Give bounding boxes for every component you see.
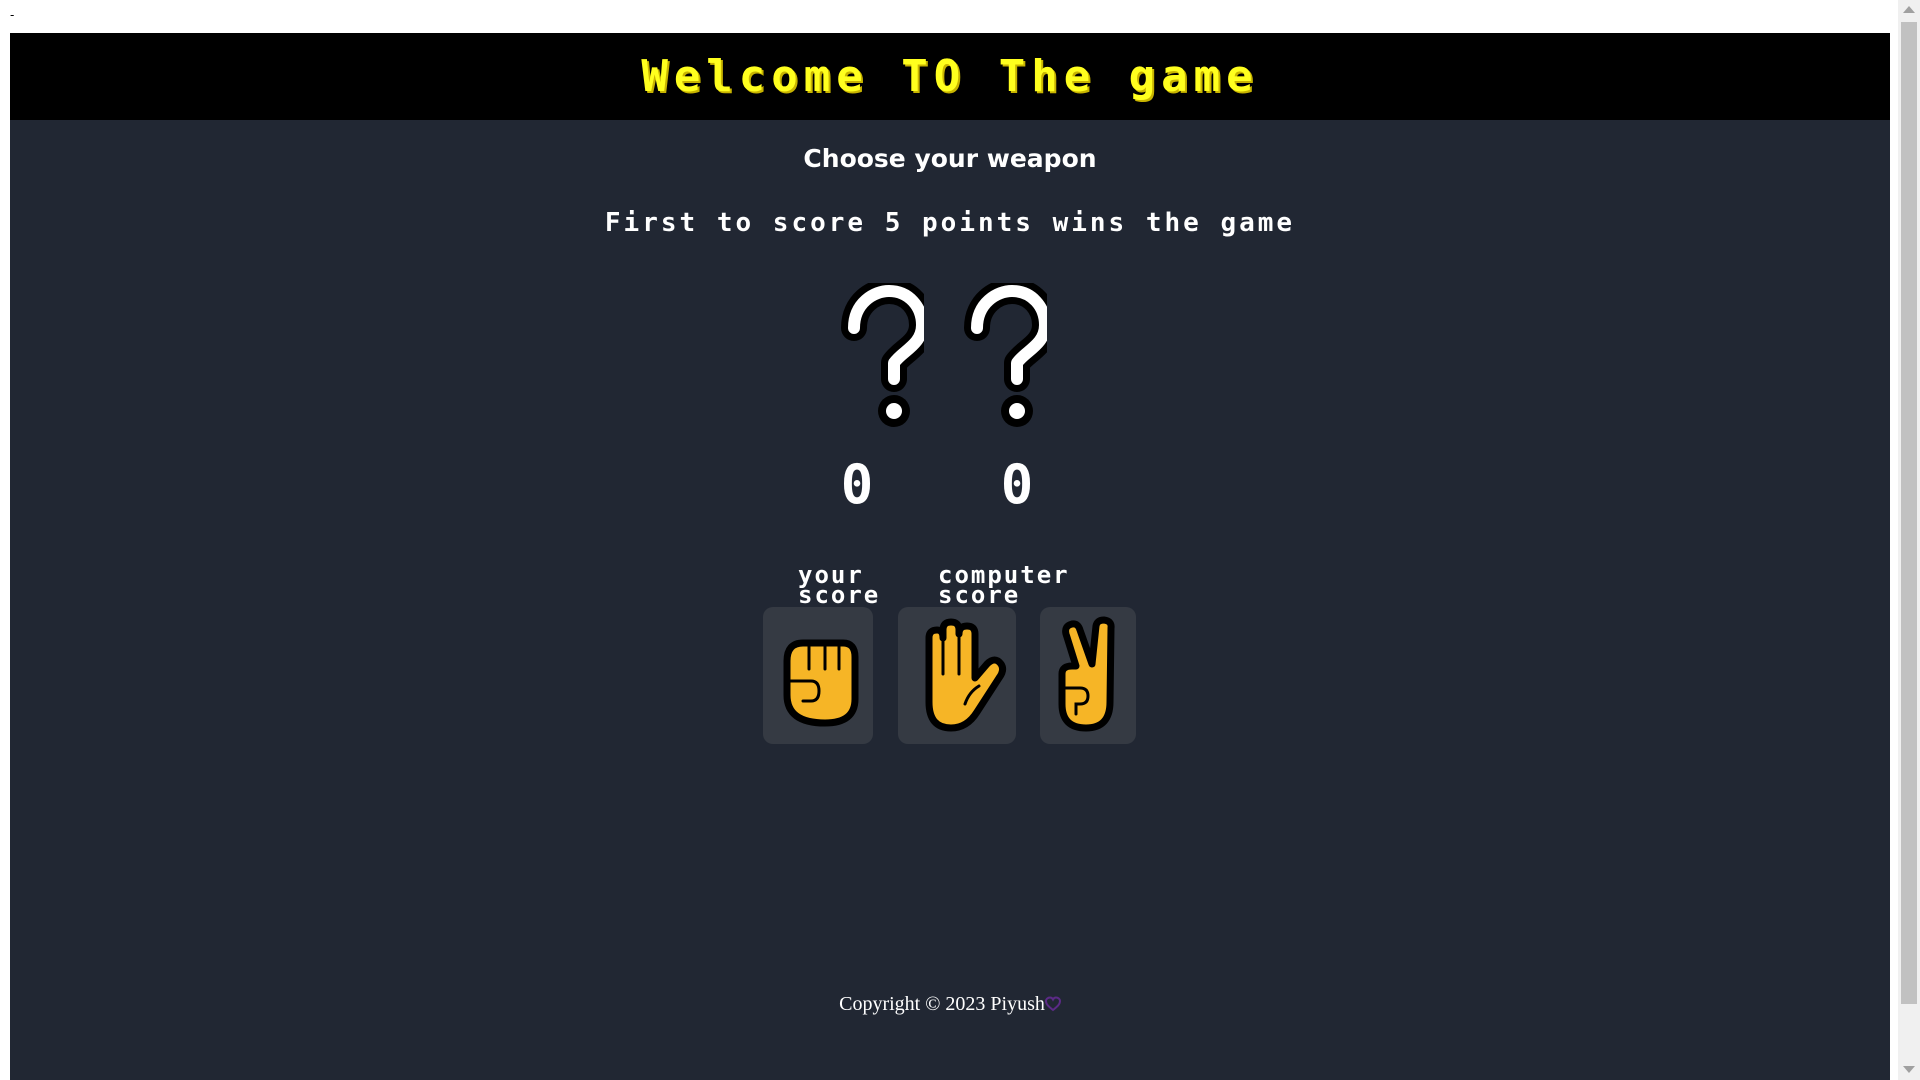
computer-choice-question-mark-icon <box>964 283 1047 427</box>
copyright-text: Copyright © 2023 Piyush <box>839 993 1045 1015</box>
game-page: Welcome TO The game Choose your weapon F… <box>10 33 1890 1080</box>
header-banner: Welcome TO The game <box>10 33 1890 120</box>
top-mark: - <box>10 8 15 22</box>
scissors-button[interactable] <box>1040 607 1136 744</box>
page-title: Welcome TO The game <box>641 51 1259 102</box>
footer: Copyright © 2023 Piyush <box>10 993 1890 1016</box>
paper-button[interactable] <box>898 607 1016 744</box>
vertical-scrollbar[interactable] <box>1898 0 1920 1080</box>
raised-hand-icon <box>925 618 1007 731</box>
choose-weapon-heading: Choose your weapon <box>803 144 1097 173</box>
victory-hand-icon <box>1058 616 1115 731</box>
scrollbar-thumb[interactable] <box>1901 22 1917 1004</box>
scroll-up-arrow-icon[interactable] <box>1903 6 1915 13</box>
scroll-down-arrow-icon[interactable] <box>1903 1066 1915 1073</box>
rock-button[interactable] <box>763 607 873 744</box>
raised-fist-icon <box>783 639 859 726</box>
player-score-label: your score <box>798 561 881 609</box>
player-choice-question-mark-icon <box>841 283 924 427</box>
rules-text: First to score 5 points wins the game <box>604 208 1296 238</box>
player-score: 0 <box>840 453 874 516</box>
computer-score: 0 <box>1000 453 1034 516</box>
computer-score-label: computer score <box>938 561 1070 609</box>
heart-icon <box>1044 996 1061 1012</box>
